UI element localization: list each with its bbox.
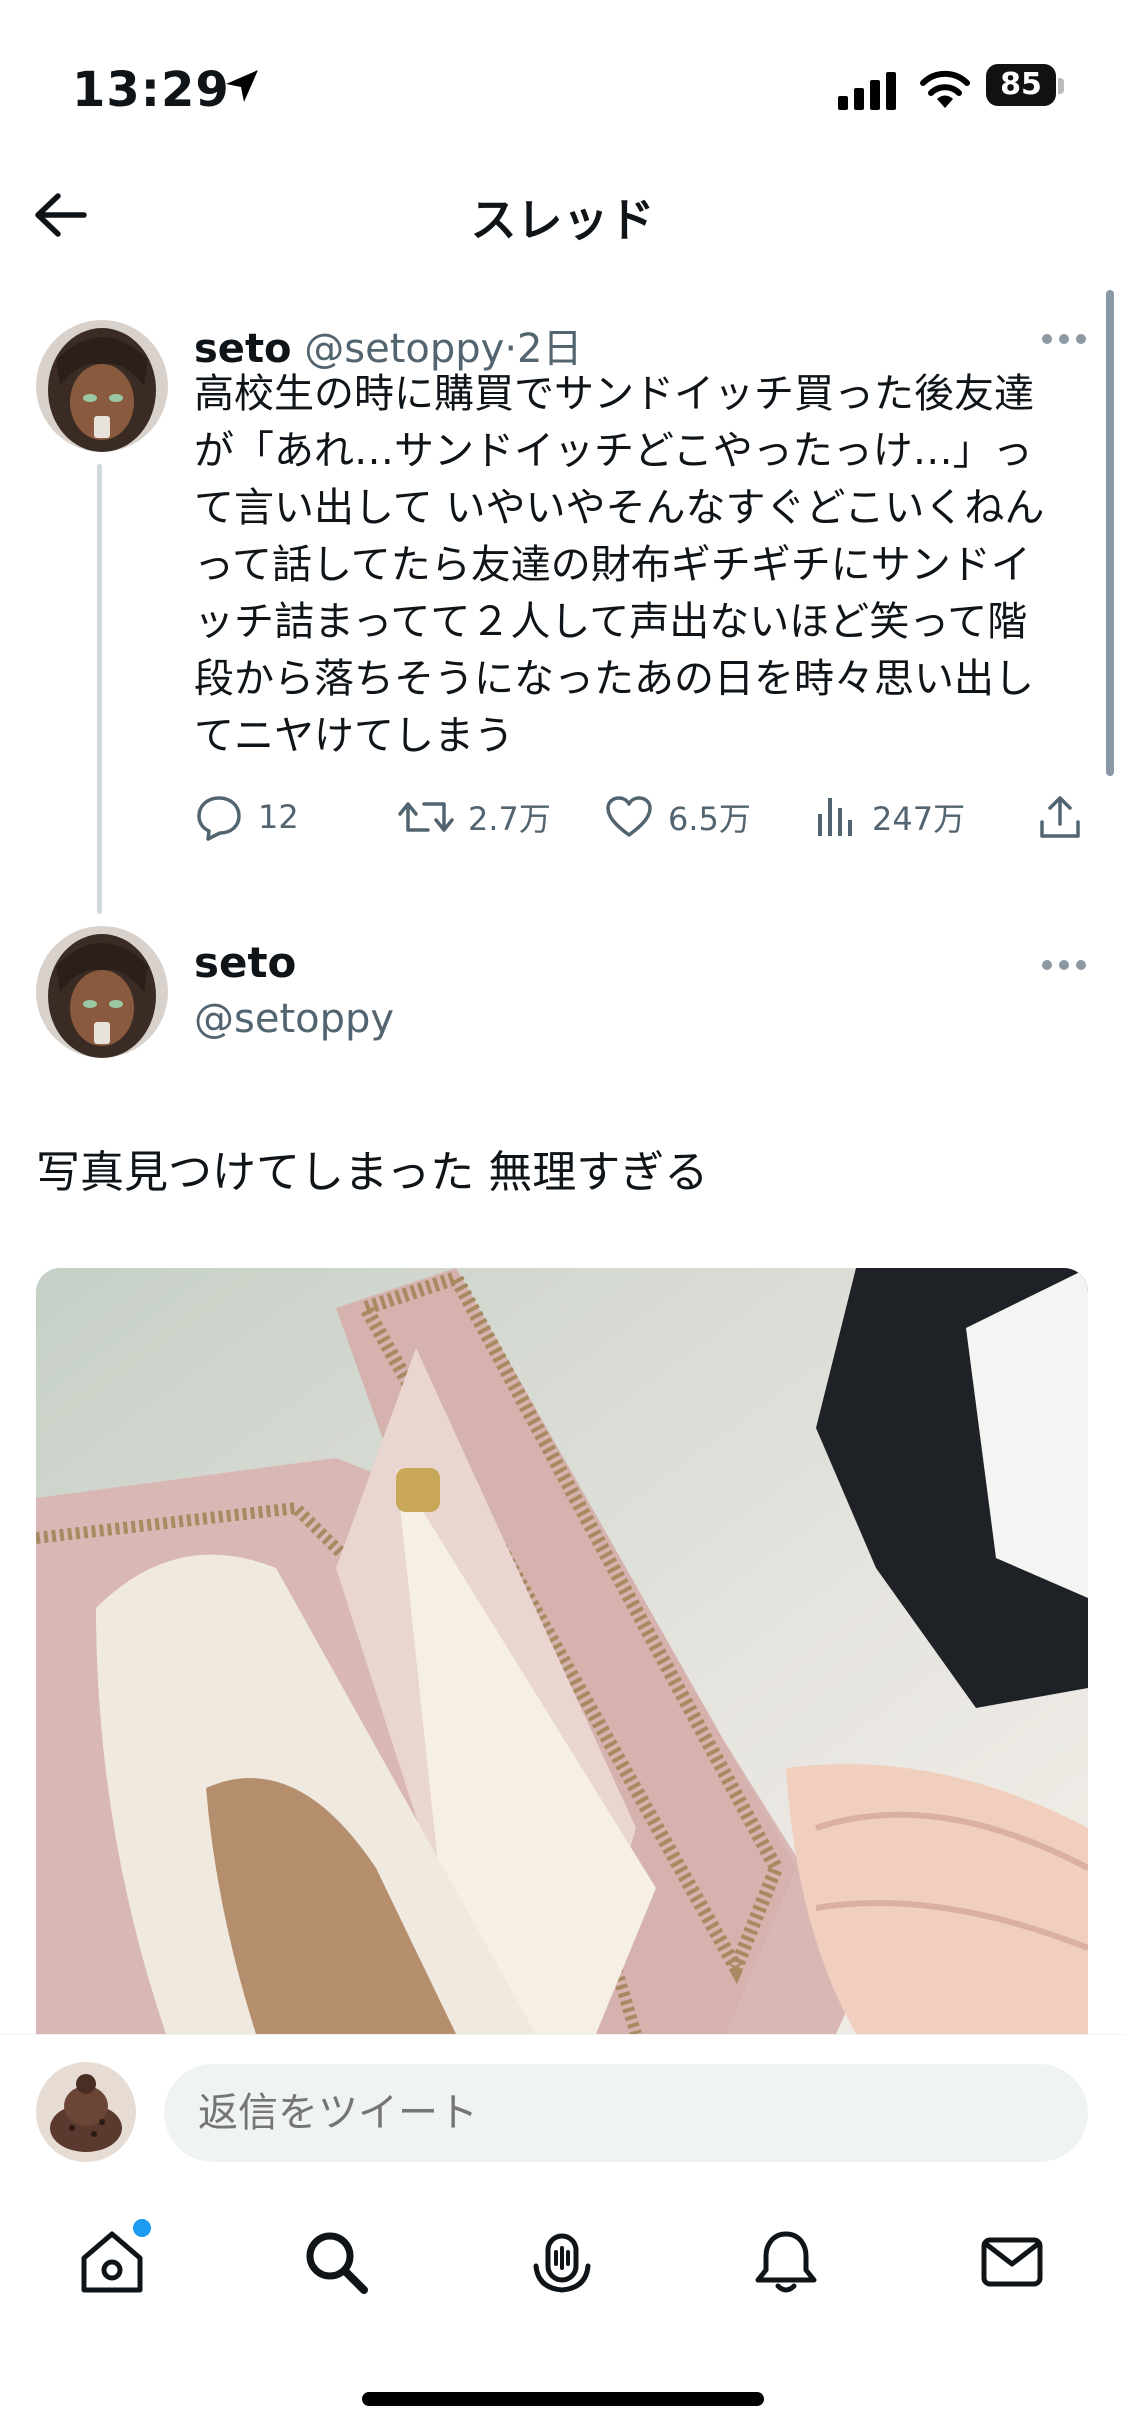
thread-connector	[97, 464, 102, 914]
reply-button[interactable]: 12	[194, 792, 299, 842]
author-name[interactable]: seto	[194, 938, 296, 987]
view-count: 247万	[872, 800, 966, 838]
retweet-button[interactable]: 2.7万	[398, 792, 551, 842]
views-button[interactable]: 247万	[814, 792, 965, 842]
tweet-text-line: 段から落ちそうになったあの日を時々思い出し	[194, 656, 1034, 702]
views-chart-icon	[818, 798, 852, 836]
scrollbar[interactable]	[1106, 290, 1114, 776]
avatar-illustration	[36, 2062, 136, 2162]
more-options-icon[interactable]	[1040, 958, 1088, 972]
battery-icon: 85	[986, 62, 1066, 110]
like-button[interactable]: 6.5万	[604, 792, 751, 842]
tweet-text-line: が「あれ…サンドイッチどこやったっけ…」っ	[194, 428, 1033, 474]
more-options-icon[interactable]	[1040, 332, 1088, 346]
messages-icon[interactable]	[976, 2226, 1048, 2298]
tweet-text-line: ッチ詰まってて２人して声出ないほど笑って階	[194, 599, 1028, 645]
reply-input[interactable]	[164, 2064, 1088, 2162]
tweet-text-line: てニヤけてしまう	[194, 713, 514, 759]
like-count: 6.5万	[668, 800, 751, 838]
wallet-sandwich-photo	[36, 1268, 1088, 2034]
cellular-signal-icon	[838, 72, 896, 110]
avatar-illustration	[36, 320, 168, 452]
spaces-icon[interactable]	[526, 2226, 598, 2298]
tweet-text-line: って話してたら友達の財布ギチギチにサンドイ	[194, 542, 1031, 588]
location-arrow-icon	[226, 70, 258, 102]
tweet-photo[interactable]	[36, 1268, 1088, 2034]
home-indicator[interactable]	[362, 2392, 764, 2406]
reply-icon	[197, 796, 241, 841]
share-icon[interactable]	[1036, 792, 1084, 842]
reply-count: 12	[258, 798, 299, 836]
status-time: 13:29	[72, 62, 230, 118]
notification-dot	[130, 2216, 154, 2240]
my-avatar[interactable]	[36, 2062, 136, 2162]
tweet-actions: 12 2.7万 6.5万 247万	[194, 792, 1094, 848]
search-icon[interactable]	[300, 2226, 372, 2298]
retweet-icon	[398, 802, 454, 832]
tweet-text: 写真見つけてしまった 無理すぎる	[36, 1147, 709, 1198]
tweet-text-line: 高校生の時に購買でサンドイッチ買った後友達	[194, 371, 1034, 417]
heart-icon	[606, 796, 652, 837]
author-handle[interactable]: @setoppy	[194, 996, 394, 1042]
tweet-text-line: て言い出して いやいやそんなすぐどこいくねん	[194, 485, 1045, 531]
battery-level: 85	[1000, 67, 1042, 102]
avatar[interactable]	[36, 926, 168, 1058]
page-title: スレッド	[470, 193, 655, 247]
avatar[interactable]	[36, 320, 168, 452]
notifications-icon[interactable]	[750, 2226, 822, 2298]
tweet-text: 高校生の時に購買でサンドイッチ買った後友達 が「あれ…サンドイッチどこやったっけ…	[194, 366, 1094, 765]
retweet-count: 2.7万	[468, 800, 551, 838]
wifi-icon	[920, 70, 970, 108]
avatar-illustration	[36, 926, 168, 1058]
